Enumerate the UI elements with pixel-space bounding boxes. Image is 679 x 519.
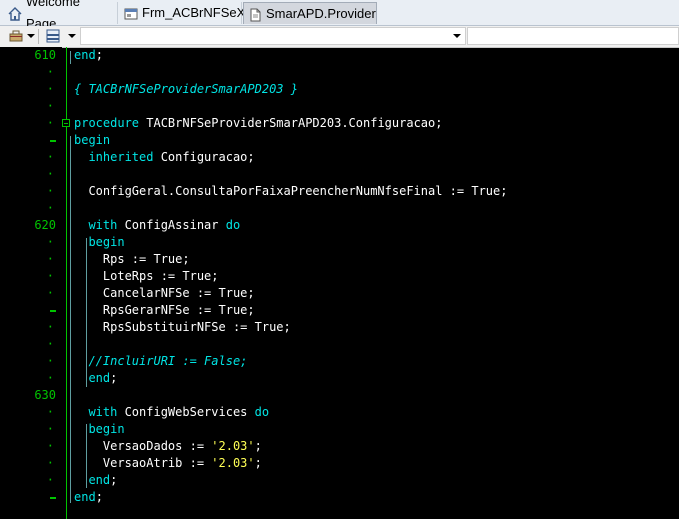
code-line: inherited Configuracao; [88,150,255,164]
chevron-down-icon[interactable] [68,34,76,38]
code-line: VersaoAtrib := '2.03'; [74,456,262,470]
code-line: RpsSubstituirNFSe := True; [74,320,291,334]
line-dot: · [46,405,54,419]
block-guide [70,51,71,64]
toolbox-icon[interactable] [8,28,24,44]
code-line: begin [88,235,125,249]
line-dot: · [46,235,54,249]
code-line: end; [74,490,103,504]
block-guide [70,136,71,503]
code-line: end; [88,371,118,385]
code-line: LoteRps := True; [74,269,219,283]
line-dot: · [46,371,54,385]
line-dot: · [46,65,54,79]
line-dot: · [46,252,54,266]
code-line: RpsGerarNFSe := True; [74,303,255,317]
line-dot: · [46,269,54,283]
code-line: procedure TACBrNFSeProviderSmarAPD203.Co… [74,116,443,130]
gutter-divider [66,47,67,519]
code-line: with ConfigWebServices do [88,405,270,419]
line-dot: · [46,337,54,351]
line-dot: · [46,422,54,436]
structure-view-icon[interactable] [45,28,61,44]
line-dot: · [46,473,54,487]
code-line: ConfigGeral.ConsultaPorFaixaPreencherNum… [74,184,508,198]
chevron-down-icon[interactable] [453,34,461,38]
line-number: 630 [34,388,56,402]
code-line: { TACBrNFSeProviderSmarAPD203 } [74,82,298,96]
code-line: end; [88,473,118,487]
code-line: VersaoDados := '2.03'; [74,439,262,453]
line-dot: · [46,99,54,113]
code-line: end; [74,48,103,62]
line-dot: · [46,439,54,453]
line-dot: · [46,82,54,96]
code-line: Rps := True; [74,252,190,266]
method-combo[interactable] [467,27,679,45]
line-dot [0,302,56,319]
tab-frm-acbrnfsex[interactable]: Frm_ACBrNFSeX [120,2,246,24]
code-line: begin [74,133,111,147]
line-dot: · [46,116,54,130]
form-icon [124,6,138,20]
line-dot: · [46,201,54,215]
tab-label: Frm_ACBrNFSeX [142,5,246,20]
unit-file-icon [248,7,262,21]
editor-tab-bar: Welcome Page Frm_ACBrNFSeX SmarAPD.Provi… [0,0,679,31]
fold-toggle[interactable] [62,119,70,127]
tab-label: SmarAPD.Provider [266,5,376,21]
code-line: CancelarNFSe := True; [74,286,255,300]
code-line: with ConfigAssinar do [88,218,241,232]
line-dot: · [46,456,54,470]
class-combo[interactable] [80,27,466,45]
home-icon [8,6,22,21]
line-dot: · [46,354,54,368]
line-dot: · [46,286,54,300]
tab-smarapd-provider[interactable]: SmarAPD.Provider [243,2,377,24]
line-dot: · [46,320,54,334]
code-line: begin [88,422,125,436]
line-dot: · [46,150,54,164]
line-dot: · [46,184,54,198]
line-dot: · [46,167,54,181]
code-line: //IncluirURI := False; [74,354,248,368]
line-number: 620 [34,218,56,232]
line-dot [0,132,56,149]
editor-toolbar [0,26,679,48]
chevron-down-icon[interactable] [27,34,35,38]
tab-welcome-page[interactable]: Welcome Page [4,0,118,31]
toolbar-separator [38,29,39,44]
line-number: 610 [34,48,56,62]
line-dot [0,489,56,506]
